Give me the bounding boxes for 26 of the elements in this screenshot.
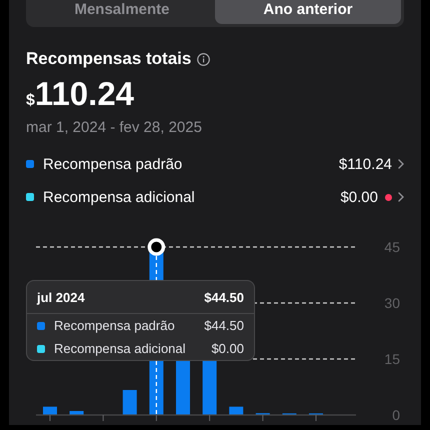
axis-label: 30 — [384, 295, 400, 311]
axis-label: 15 — [384, 351, 400, 367]
chevron-icon[interactable] — [398, 192, 404, 202]
segment-tab[interactable]: Mensalmente — [29, 0, 215, 24]
chart-bar — [70, 411, 84, 415]
reward-label: Recompensa adicional — [43, 188, 196, 206]
tooltip-label: Recompensa adicional — [54, 341, 187, 356]
axis-label: 45 — [384, 239, 400, 255]
total-amount: 110.24 — [34, 75, 134, 113]
tooltip-value: $0.00 — [211, 341, 244, 356]
axis-label: 0 — [392, 407, 400, 423]
segment-tab[interactable]: Ano anterior — [215, 0, 401, 24]
chevron-icon[interactable] — [398, 159, 404, 169]
tooltip-value: $44.50 — [204, 318, 244, 333]
tooltip-period: jul 2024 — [37, 290, 85, 305]
reward-value: $0.00 — [340, 188, 378, 206]
reward-label: Recompensa padrão — [43, 156, 184, 172]
chart-bar — [122, 390, 137, 415]
reward-value: $110.24 — [338, 156, 392, 172]
currency-symbol: $ — [26, 92, 35, 110]
cursor-handle[interactable] — [148, 238, 166, 256]
info-icon[interactable] — [197, 52, 210, 66]
date-range: mar 1, 2024 - fev 28, 2025 — [26, 119, 203, 136]
tooltip-label: Recompensa padrão — [54, 318, 176, 333]
tooltip-total: $44.50 — [204, 290, 244, 305]
section-title: Recompensas totais — [26, 49, 192, 69]
